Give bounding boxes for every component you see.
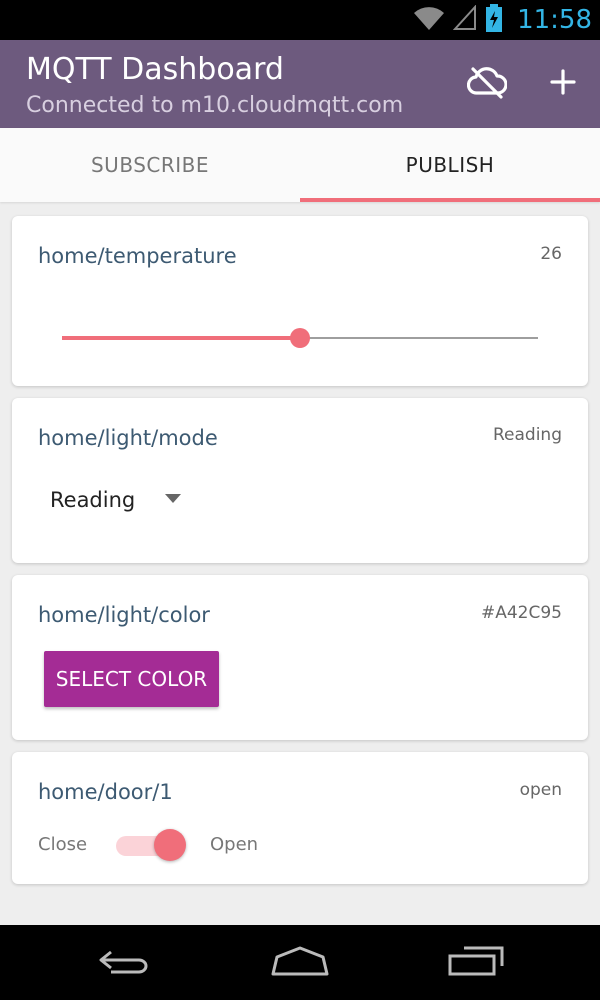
dropdown-selected: Reading <box>50 488 136 512</box>
temperature-slider[interactable] <box>62 328 538 348</box>
signal-icon <box>452 3 477 36</box>
switch-thumb <box>154 829 186 861</box>
card-value: #A42C95 <box>480 603 562 623</box>
connection-status: Connected to m10.cloudmqtt.com <box>26 93 404 118</box>
tab-subscribe-label: SUBSCRIBE <box>90 153 209 177</box>
card-light-mode: home/light/mode Reading Reading <box>12 398 588 563</box>
slider-thumb[interactable] <box>290 328 310 348</box>
tab-publish-label: PUBLISH <box>405 153 495 177</box>
door-switch[interactable] <box>116 828 188 862</box>
dropdown-arrow-icon <box>165 491 182 509</box>
tab-subscribe[interactable]: SUBSCRIBE <box>0 128 300 202</box>
home-icon <box>270 945 330 982</box>
status-bar: 11:58 <box>0 0 600 40</box>
tab-bar: SUBSCRIBE PUBLISH <box>0 128 600 202</box>
switch-off-label: Close <box>38 834 88 855</box>
recents-icon <box>446 944 506 983</box>
app-bar: MQTT Dashboard Connected to m10.cloudmqt… <box>0 40 600 128</box>
select-color-button[interactable]: SELECT COLOR <box>44 651 219 707</box>
card-value: 26 <box>540 244 562 264</box>
recents-button[interactable] <box>436 939 516 987</box>
tab-publish[interactable]: PUBLISH <box>300 128 600 202</box>
slider-fill <box>62 336 300 340</box>
disconnect-button[interactable] <box>465 62 509 106</box>
card-door: home/door/1 open Close Open <box>12 752 588 884</box>
light-mode-dropdown[interactable]: Reading <box>50 488 182 512</box>
status-clock: 11:58 <box>517 5 592 35</box>
navigation-bar <box>0 925 600 1000</box>
app-title: MQTT Dashboard <box>26 52 284 87</box>
add-icon <box>550 68 576 100</box>
card-topic: home/light/color <box>38 603 210 627</box>
card-topic: home/door/1 <box>38 780 173 804</box>
status-icons: 11:58 <box>413 3 592 38</box>
card-temperature: home/temperature 26 <box>12 216 588 386</box>
wifi-icon <box>413 4 445 37</box>
add-button[interactable] <box>541 62 585 106</box>
back-button[interactable] <box>85 939 165 987</box>
card-topic: home/light/mode <box>38 426 218 450</box>
battery-charging-icon <box>485 3 503 38</box>
tab-indicator <box>300 198 600 202</box>
card-topic: home/temperature <box>38 244 237 268</box>
switch-on-label: Open <box>210 834 259 855</box>
cloud-off-icon <box>466 65 508 104</box>
card-value: open <box>519 780 562 800</box>
home-button[interactable] <box>260 939 340 987</box>
back-icon <box>97 946 153 981</box>
card-light-color: home/light/color #A42C95 SELECT COLOR <box>12 575 588 740</box>
card-value: Reading <box>492 425 562 445</box>
